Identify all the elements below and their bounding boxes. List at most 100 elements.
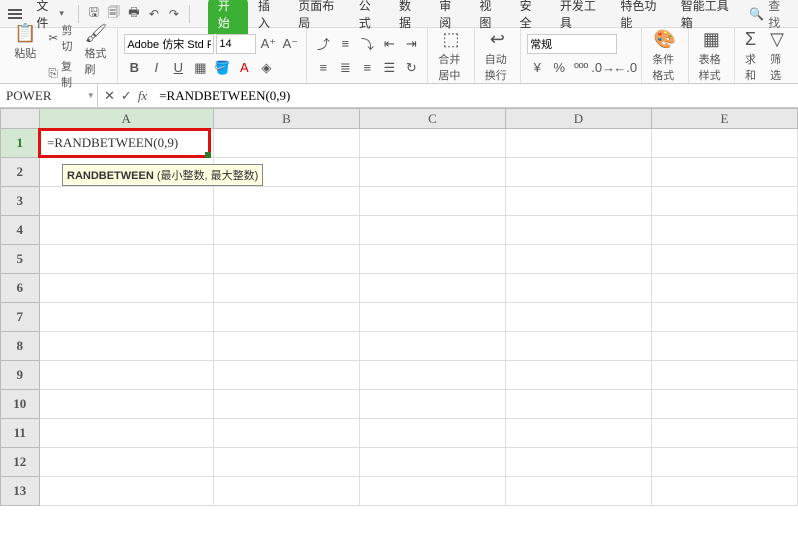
cell-E4[interactable]	[651, 216, 797, 245]
cell-E7[interactable]	[651, 303, 797, 332]
cell-A8[interactable]	[39, 332, 213, 361]
cell-E9[interactable]	[651, 361, 797, 390]
cell-E11[interactable]	[651, 419, 797, 448]
cell-A4[interactable]	[39, 216, 213, 245]
formula-input[interactable]	[153, 84, 798, 107]
cell-B7[interactable]	[213, 303, 359, 332]
cell-E12[interactable]	[651, 448, 797, 477]
row-header-6[interactable]: 6	[1, 274, 40, 303]
cell-D6[interactable]	[505, 274, 651, 303]
cell-C4[interactable]	[359, 216, 505, 245]
col-header-D[interactable]: D	[505, 109, 651, 129]
italic-button[interactable]: I	[146, 58, 166, 78]
cell-D12[interactable]	[505, 448, 651, 477]
sum-button[interactable]: Σ 求和	[741, 27, 760, 85]
align-left-button[interactable]: ≡	[313, 58, 333, 78]
cell-A11[interactable]	[39, 419, 213, 448]
name-box[interactable]: POWER	[0, 84, 98, 107]
currency-button[interactable]: ¥	[527, 58, 547, 78]
cell-C2[interactable]	[359, 158, 505, 187]
row-header-4[interactable]: 4	[1, 216, 40, 245]
cell-A9[interactable]	[39, 361, 213, 390]
row-header-13[interactable]: 13	[1, 477, 40, 506]
cell-B5[interactable]	[213, 245, 359, 274]
merge-center-button[interactable]: ⬚ 合并居中	[434, 27, 467, 85]
cell-B13[interactable]	[213, 477, 359, 506]
orientation-button[interactable]: ↻	[401, 58, 421, 78]
cell-C9[interactable]	[359, 361, 505, 390]
fx-icon[interactable]: fx	[138, 88, 147, 104]
row-header-8[interactable]: 8	[1, 332, 40, 361]
cut-button[interactable]: ✂剪切	[46, 21, 74, 55]
col-header-B[interactable]: B	[213, 109, 359, 129]
cancel-formula-icon[interactable]: ✕	[104, 88, 115, 104]
cell-D5[interactable]	[505, 245, 651, 274]
font-color-button[interactable]: A	[234, 58, 254, 78]
font-name-select[interactable]	[124, 34, 214, 54]
col-header-A[interactable]: A	[39, 109, 213, 129]
cell-B11[interactable]	[213, 419, 359, 448]
cell-D8[interactable]	[505, 332, 651, 361]
cell-B8[interactable]	[213, 332, 359, 361]
wrap-text-button[interactable]: ↩ 自动换行	[481, 27, 514, 85]
cell-E3[interactable]	[651, 187, 797, 216]
number-format-select[interactable]	[527, 34, 617, 54]
cell-E1[interactable]	[651, 129, 797, 158]
align-center-button[interactable]: ≣	[335, 58, 355, 78]
row-header-1[interactable]: 1	[1, 129, 40, 158]
cell-B10[interactable]	[213, 390, 359, 419]
cell-D10[interactable]	[505, 390, 651, 419]
col-header-C[interactable]: C	[359, 109, 505, 129]
cell-A3[interactable]	[39, 187, 213, 216]
cell-D11[interactable]	[505, 419, 651, 448]
conditional-format-button[interactable]: 🎨 条件格式	[648, 27, 681, 85]
distribute-button[interactable]: ☰	[379, 58, 399, 78]
cell-A12[interactable]	[39, 448, 213, 477]
font-size-select[interactable]	[216, 34, 256, 54]
print-icon[interactable]: 🖶	[125, 4, 143, 24]
cell-D7[interactable]	[505, 303, 651, 332]
paste-button[interactable]: 📋 粘贴	[10, 21, 40, 91]
cell-C1[interactable]	[359, 129, 505, 158]
row-header-2[interactable]: 2	[1, 158, 40, 187]
format-painter-button[interactable]: 🖌 格式刷	[80, 21, 111, 91]
cell-A5[interactable]	[39, 245, 213, 274]
table-style-button[interactable]: ▦ 表格样式	[695, 27, 728, 85]
cell-D1[interactable]	[505, 129, 651, 158]
cell-C5[interactable]	[359, 245, 505, 274]
cell-B12[interactable]	[213, 448, 359, 477]
align-middle-button[interactable]: ≡	[335, 34, 355, 54]
decrease-indent-button[interactable]: ⇤	[379, 34, 399, 54]
cell-B6[interactable]	[213, 274, 359, 303]
cell-D2[interactable]	[505, 158, 651, 187]
cell-D4[interactable]	[505, 216, 651, 245]
row-header-12[interactable]: 12	[1, 448, 40, 477]
accept-formula-icon[interactable]: ✓	[121, 88, 132, 104]
decrease-decimal-button[interactable]: ←.0	[615, 58, 635, 78]
cell-C8[interactable]	[359, 332, 505, 361]
increase-decimal-button[interactable]: .0→	[593, 58, 613, 78]
cell-E13[interactable]	[651, 477, 797, 506]
cell-B9[interactable]	[213, 361, 359, 390]
cell-A1[interactable]	[39, 129, 213, 158]
cell-D3[interactable]	[505, 187, 651, 216]
row-header-5[interactable]: 5	[1, 245, 40, 274]
borders-button[interactable]: ▦	[190, 58, 210, 78]
redo-icon[interactable]: ↷	[165, 4, 183, 24]
thousands-button[interactable]: ººº	[571, 58, 591, 78]
cell-B3[interactable]	[213, 187, 359, 216]
underline-button[interactable]: U	[168, 58, 188, 78]
increase-font-icon[interactable]: A⁺	[258, 34, 278, 54]
cell-C7[interactable]	[359, 303, 505, 332]
bold-button[interactable]: B	[124, 58, 144, 78]
cell-E10[interactable]	[651, 390, 797, 419]
app-menu-icon[interactable]	[8, 6, 22, 22]
cell-C12[interactable]	[359, 448, 505, 477]
fill-color-button[interactable]: 🪣	[212, 58, 232, 78]
row-header-11[interactable]: 11	[1, 419, 40, 448]
row-header-10[interactable]: 10	[1, 390, 40, 419]
row-header-7[interactable]: 7	[1, 303, 40, 332]
cell-E2[interactable]	[651, 158, 797, 187]
filter-button[interactable]: ▽ 筛选	[766, 27, 788, 85]
cell-C13[interactable]	[359, 477, 505, 506]
